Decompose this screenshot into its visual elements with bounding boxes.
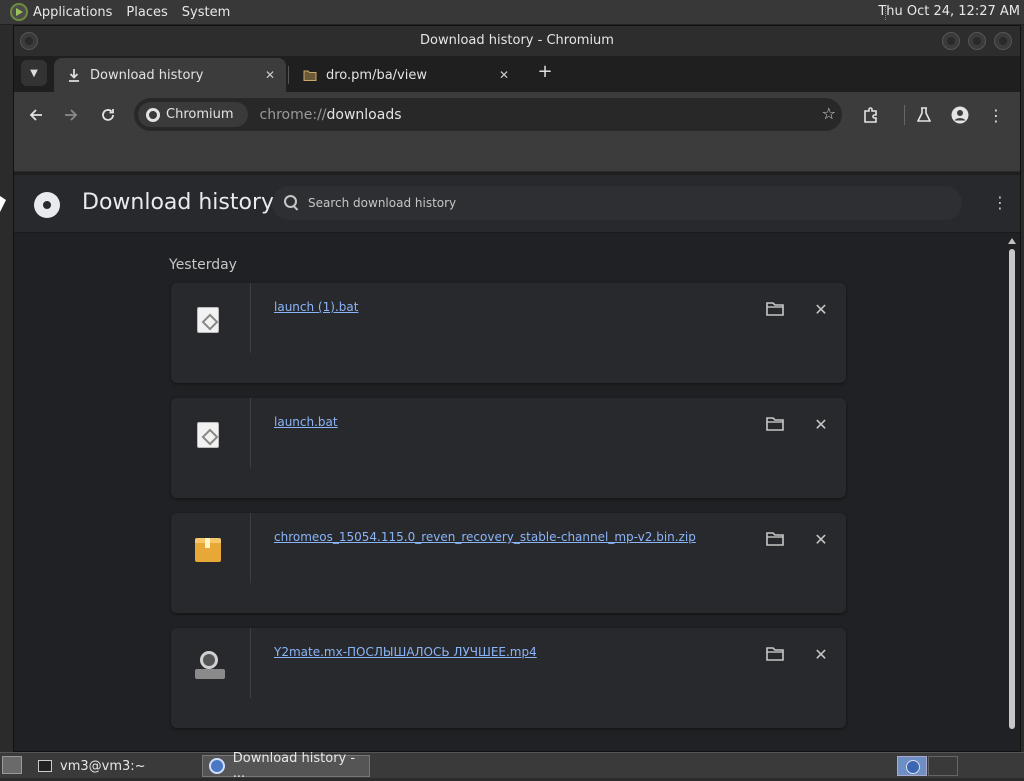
puzzle-icon (864, 107, 877, 123)
close-window-button[interactable] (994, 32, 1012, 50)
extensions-button[interactable] (859, 103, 883, 127)
browser-toolbar: Chromium chrome://downloads ☆ ⋮ (14, 92, 1020, 138)
bat-file-icon (195, 305, 221, 335)
window-titlebar[interactable]: Download history - Chromium (14, 26, 1020, 56)
divider (250, 513, 251, 583)
taskbar-item-label: vm3@vm3:~ (60, 758, 146, 774)
page-title: Download history (82, 190, 275, 215)
search-input[interactable] (308, 196, 908, 210)
applications-menu[interactable]: Applications (33, 5, 112, 20)
divider (250, 398, 251, 468)
address-bar[interactable]: Chromium chrome://downloads ☆ (134, 98, 842, 131)
download-icon (66, 67, 82, 83)
show-in-folder-icon[interactable] (766, 647, 786, 663)
remove-icon[interactable]: ✕ (811, 530, 831, 550)
tab-dro-pm[interactable]: dro.pm/ba/view ✕ (290, 58, 520, 92)
system-top-panel: Applications Places System Thu Oct 24, 1… (0, 0, 1024, 25)
remove-icon[interactable]: ✕ (811, 300, 831, 320)
browser-window: Download history - Chromium ▼ Download h… (13, 25, 1021, 752)
show-in-folder-icon[interactable] (766, 417, 786, 433)
new-tab-button[interactable]: + (534, 61, 556, 83)
url-text[interactable]: chrome://downloads (260, 107, 402, 123)
forward-button[interactable] (59, 103, 83, 127)
bookmark-star-icon[interactable]: ☆ (822, 104, 836, 123)
toolbar-divider (904, 105, 905, 125)
bookmarks-bar (14, 138, 1020, 172)
back-button[interactable] (24, 103, 48, 127)
window-title: Download history - Chromium (420, 33, 614, 48)
folder-icon (302, 67, 318, 83)
page-more-actions-icon[interactable]: ⋮ (992, 193, 1008, 213)
divider (250, 628, 251, 698)
distro-logo-icon[interactable] (10, 3, 28, 21)
file-name-link[interactable]: launch.bat (274, 415, 338, 429)
reload-button[interactable] (96, 103, 120, 127)
scroll-up-arrow-icon[interactable] (1008, 238, 1016, 244)
tab-title: dro.pm/ba/view (326, 67, 427, 83)
workspace-2-button[interactable] (928, 756, 958, 776)
forward-arrow-icon (65, 109, 78, 121)
show-desktop-icon[interactable] (2, 756, 22, 774)
page-header: Download history ⋮ (14, 175, 1020, 233)
site-info-chip[interactable]: Chromium (138, 102, 248, 127)
taskbar-item-terminal[interactable]: vm3@vm3:~ (32, 755, 192, 777)
chromium-logo-icon (34, 192, 60, 218)
browser-menu-button[interactable]: ⋮ (984, 103, 1008, 127)
terminal-icon (38, 760, 52, 772)
show-in-folder-icon[interactable] (766, 302, 786, 318)
tab-separator (288, 66, 289, 84)
clock[interactable]: Thu Oct 24, 12:27 AM (878, 4, 1020, 19)
zip-file-icon (195, 535, 221, 565)
file-name-link[interactable]: chromeos_15054.115.0_reven_recovery_stab… (274, 530, 696, 544)
bat-file-icon (195, 420, 221, 450)
video-file-icon (195, 650, 225, 680)
workspace-1-button[interactable] (897, 756, 927, 776)
avatar-icon (951, 106, 969, 124)
kebab-menu-icon: ⋮ (988, 105, 1004, 125)
reload-icon (102, 109, 114, 121)
tab-search-button[interactable]: ▼ (21, 60, 47, 86)
mouse-cursor-icon (0, 196, 6, 212)
divider (250, 283, 251, 353)
site-chip-label: Chromium (166, 107, 234, 122)
file-name-link[interactable]: launch (1).bat (274, 300, 358, 314)
maximize-button[interactable] (968, 32, 986, 50)
taskbar-item-chromium[interactable]: Download history - ... (202, 751, 370, 781)
bottom-taskbar: vm3@vm3:~ Download history - ... (0, 751, 1024, 781)
tab-download-history[interactable]: Download history ✕ (54, 58, 286, 92)
downloads-page: Download history ⋮ Yesterday launch (1).… (14, 175, 1020, 751)
system-menu[interactable]: System (182, 5, 230, 20)
tab-title: Download history (90, 67, 204, 83)
places-menu[interactable]: Places (126, 5, 167, 20)
back-arrow-icon (29, 109, 42, 121)
taskbar-item-label: Download history - ... (232, 751, 356, 781)
file-name-link[interactable]: Y2mate.mx-ПОСЛЫШАЛОСЬ ЛУЧШЕЕ.mp4 (274, 645, 537, 659)
date-section-header: Yesterday (169, 257, 237, 273)
page-scrollbar[interactable] (1006, 235, 1018, 745)
chromium-icon (209, 758, 225, 774)
labs-button[interactable] (912, 103, 936, 127)
scroll-thumb[interactable] (1009, 249, 1015, 729)
remove-icon[interactable]: ✕ (811, 415, 831, 435)
remove-icon[interactable]: ✕ (811, 645, 831, 665)
download-item: launch.bat ✕ (171, 398, 846, 498)
chromium-icon (146, 107, 160, 122)
search-box[interactable] (272, 186, 962, 220)
window-menu-button[interactable] (20, 32, 38, 50)
close-tab-icon[interactable]: ✕ (262, 67, 278, 83)
download-item: Y2mate.mx-ПОСЛЫШАЛОСЬ ЛУЧШЕЕ.mp4 ✕ (171, 628, 846, 728)
profile-button[interactable] (948, 103, 972, 127)
tab-strip: ▼ Download history ✕ dro.pm/ba/view ✕ + (14, 56, 1020, 92)
minimize-button[interactable] (942, 32, 960, 50)
close-tab-icon[interactable]: ✕ (496, 67, 512, 83)
download-item: launch (1).bat ✕ (171, 283, 846, 383)
flask-icon (917, 107, 931, 122)
search-icon (284, 195, 300, 211)
chevron-down-icon: ▼ (30, 67, 38, 79)
show-in-folder-icon[interactable] (766, 532, 786, 548)
download-item: chromeos_15054.115.0_reven_recovery_stab… (171, 513, 846, 613)
